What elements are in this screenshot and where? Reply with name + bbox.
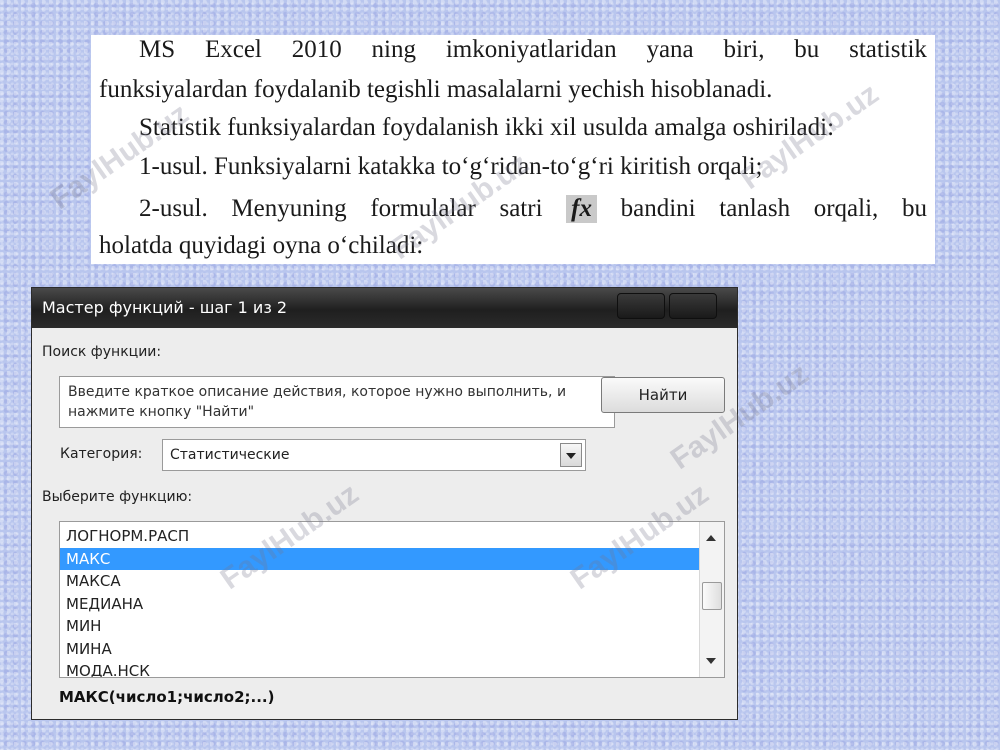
list-item[interactable]: МОДА.НСК <box>60 660 700 677</box>
scroll-thumb[interactable] <box>702 582 722 610</box>
function-list-scrollbar[interactable] <box>699 522 724 677</box>
help-button[interactable] <box>617 293 665 319</box>
doc-word: formulalar <box>370 195 476 222</box>
scroll-up-icon[interactable] <box>706 535 716 541</box>
doc-word: ning <box>371 36 416 63</box>
dialog-title: Мастер функций - шаг 1 из 2 <box>42 298 288 317</box>
category-select[interactable]: Статистические <box>162 439 586 471</box>
scroll-down-icon[interactable] <box>706 658 716 664</box>
doc-word: bu <box>901 195 927 222</box>
choose-function-label: Выберите функцию: <box>42 489 193 505</box>
document-text-block: MS Excel 2010 ning imkoniyatlaridan yana… <box>91 35 935 264</box>
doc-word: Menyuning <box>231 195 347 222</box>
chevron-down-icon[interactable] <box>560 443 582 467</box>
doc-line-1: MS Excel 2010 ning imkoniyatlaridan yana… <box>139 36 927 64</box>
search-input[interactable]: Введите краткое описание действия, котор… <box>59 376 615 428</box>
list-item[interactable]: МИНА <box>60 638 700 661</box>
close-button[interactable] <box>669 293 717 319</box>
list-item[interactable]: МАКС <box>60 547 700 570</box>
function-list-items: ЛОГНОРМ.РАСП МАКС МАКСА МЕДИАНА МИН МИНА МОДА.… <box>60 525 700 677</box>
doc-word: 2010 <box>291 36 342 63</box>
doc-word: orqali, <box>813 195 879 222</box>
search-label: Поиск функции: <box>42 344 162 360</box>
category-value: Статистические <box>170 447 290 463</box>
doc-word: yana <box>646 36 694 63</box>
doc-word: bu <box>794 36 820 63</box>
doc-word: 2-usul. <box>139 195 208 222</box>
category-label: Категория: <box>60 446 143 462</box>
doc-word: MS <box>139 36 176 63</box>
list-item[interactable]: МАКСА <box>60 570 700 593</box>
fx-icon: fx <box>566 195 597 223</box>
doc-word: tanlash <box>719 195 791 222</box>
doc-word: Excel <box>204 36 262 63</box>
doc-line-2: funksiyalardan foydalanib tegishli masal… <box>99 76 773 103</box>
doc-word: statistik <box>849 36 927 63</box>
doc-word: imkoniyatlaridan <box>445 36 617 63</box>
doc-word: bandini <box>620 195 696 222</box>
find-button[interactable]: Найти <box>601 377 725 413</box>
insert-function-dialog: Мастер функций - шаг 1 из 2 Поиск функци… <box>31 287 738 720</box>
function-signature: МАКС(число1;число2;...) <box>59 688 275 706</box>
doc-line-3: Statistik funksiyalardan foydalanish ikk… <box>139 114 835 141</box>
function-list[interactable]: ЛОГНОРМ.РАСП МАКС МАКСА МЕДИАНА МИН МИНА МОДА.… <box>59 521 725 678</box>
list-item[interactable]: МЕДИАНА <box>60 593 700 616</box>
doc-line-4: 1-usul. Funksiyalarni katakka to‘g‘ridan… <box>139 153 763 180</box>
doc-word: satri <box>499 195 543 222</box>
list-item[interactable]: МИН <box>60 615 700 638</box>
doc-line-5: 2-usul. Menyuning formulalar satri fx ba… <box>139 195 927 223</box>
dialog-titlebar: Мастер функций - шаг 1 из 2 <box>32 288 737 328</box>
doc-line-6: holatda quyidagi oyna o‘chiladi: <box>99 232 424 259</box>
list-item[interactable]: ЛОГНОРМ.РАСП <box>60 525 700 548</box>
doc-word: biri, <box>723 36 765 63</box>
